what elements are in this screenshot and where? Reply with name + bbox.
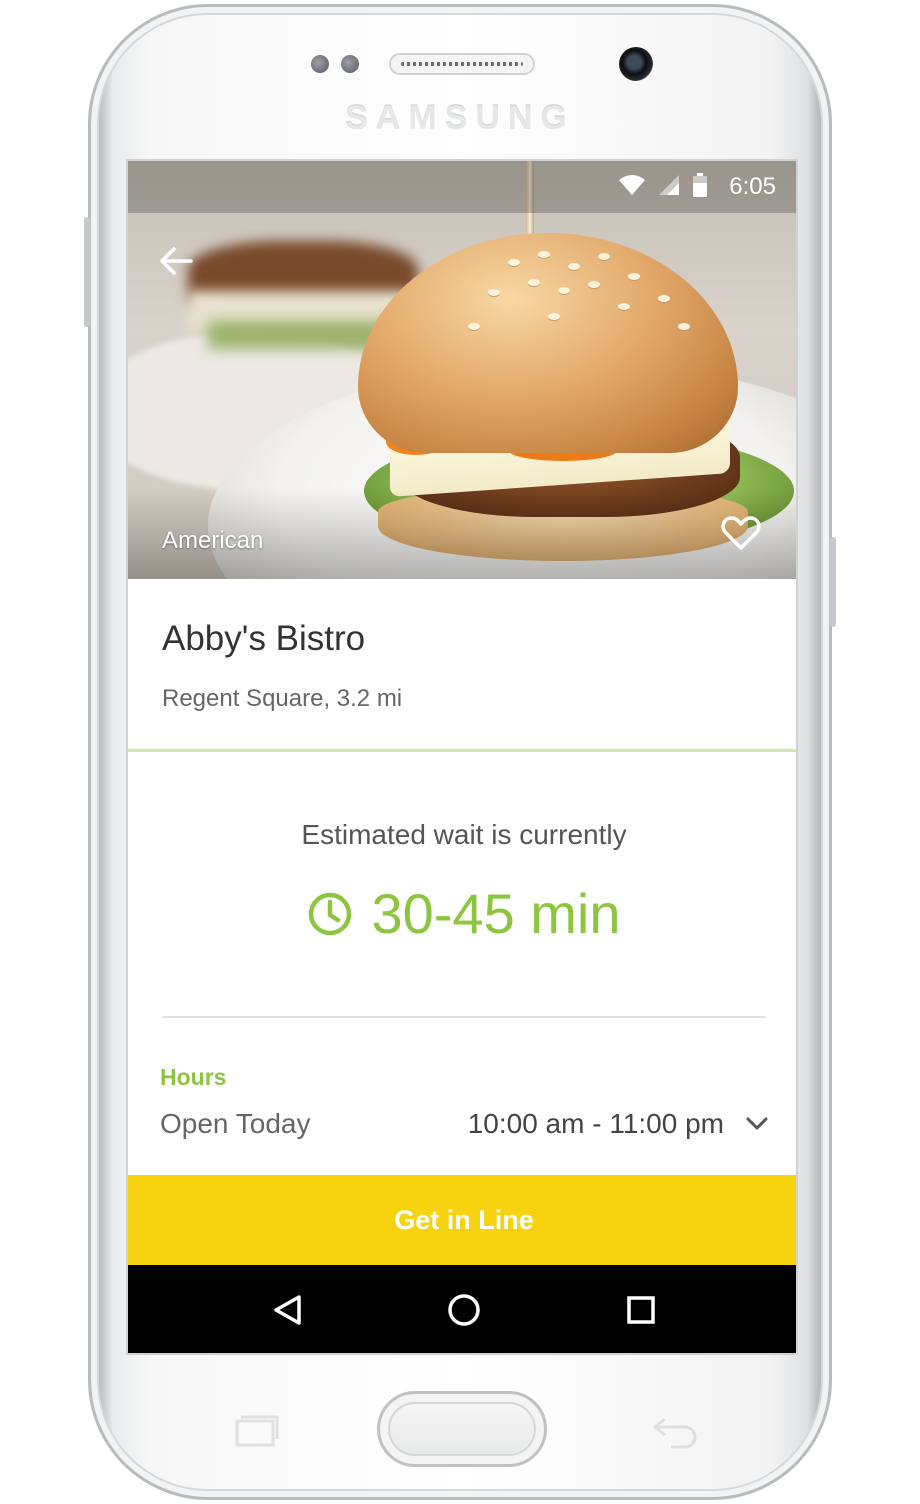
sesame-seed	[508, 259, 520, 266]
wait-estimate: 30-45 min	[128, 881, 796, 946]
sesame-seed	[628, 273, 640, 280]
sesame-seed	[678, 323, 690, 330]
physical-home-key[interactable]	[377, 1391, 547, 1467]
hours-day: Open Today	[160, 1108, 311, 1139]
sesame-seed	[538, 251, 550, 258]
favorite-button[interactable]	[718, 511, 764, 555]
arrow-left-icon	[160, 247, 193, 275]
sesame-seed	[618, 303, 630, 310]
back-key-icon	[652, 1417, 697, 1449]
sesame-seed	[468, 323, 480, 330]
battery-icon	[693, 172, 708, 202]
wait-label: Estimated wait is currently	[301, 819, 627, 850]
status-time: 6:05	[729, 173, 776, 200]
get-in-line-button[interactable]: Get in Line	[128, 1175, 796, 1265]
app-screen: 6:05 American Abby's Bistro Regent Squar…	[126, 159, 798, 1355]
recents-soft-key[interactable]	[231, 1411, 279, 1449]
android-nav-bar	[128, 1265, 796, 1353]
hours-range: 10:00 am - 11:00 pm	[467, 1108, 724, 1139]
restaurant-name: Abby's Bistro	[162, 619, 366, 658]
power-button	[830, 537, 836, 627]
light-sensor	[341, 55, 359, 73]
status-bar: 6:05	[128, 161, 796, 213]
circle-home-icon	[448, 1294, 480, 1326]
divider	[162, 1016, 766, 1018]
proximity-sensor	[311, 55, 329, 73]
hours-value-group: 10:00 am - 11:00 pm	[468, 1108, 768, 1140]
sesame-seed	[588, 281, 600, 288]
sesame-seed	[568, 263, 580, 270]
heart-outline-icon	[721, 516, 761, 550]
sesame-seed	[558, 287, 570, 294]
nav-back-button[interactable]	[257, 1280, 317, 1340]
brand-logo: SAMSUNG	[345, 99, 575, 137]
signal-icon	[659, 174, 680, 200]
restaurant-location: Regent Square, 3.2 mi	[162, 685, 403, 712]
chevron-down-icon[interactable]	[746, 1117, 768, 1131]
front-camera	[619, 47, 653, 81]
recents-key-icon	[235, 1415, 279, 1447]
nav-recents-button[interactable]	[611, 1280, 671, 1340]
sesame-seed	[488, 289, 500, 296]
wifi-icon	[619, 174, 646, 200]
sesame-seed	[528, 279, 540, 286]
sesame-seed	[548, 313, 560, 320]
square-recents-icon	[627, 1296, 656, 1324]
back-button[interactable]	[152, 237, 200, 285]
volume-button	[84, 217, 90, 327]
phone-frame: SAMSUNG 6:05 American Abby's Bistro Rege…	[84, 4, 836, 1500]
back-soft-key[interactable]	[651, 1411, 699, 1449]
triangle-back-icon	[273, 1295, 301, 1325]
earpiece-speaker	[389, 53, 535, 75]
sesame-seed	[658, 295, 670, 302]
clock-icon	[309, 892, 352, 935]
hours-row[interactable]: Open Today 10:00 am - 11:00 pm	[160, 1108, 768, 1140]
sesame-seed	[598, 253, 610, 260]
wait-time: 30-45 min	[371, 882, 621, 945]
cuisine-label: American	[162, 527, 264, 554]
hero-image: 6:05 American	[128, 161, 796, 579]
nav-home-button[interactable]	[434, 1280, 494, 1340]
hours-label: Hours	[160, 1064, 227, 1090]
